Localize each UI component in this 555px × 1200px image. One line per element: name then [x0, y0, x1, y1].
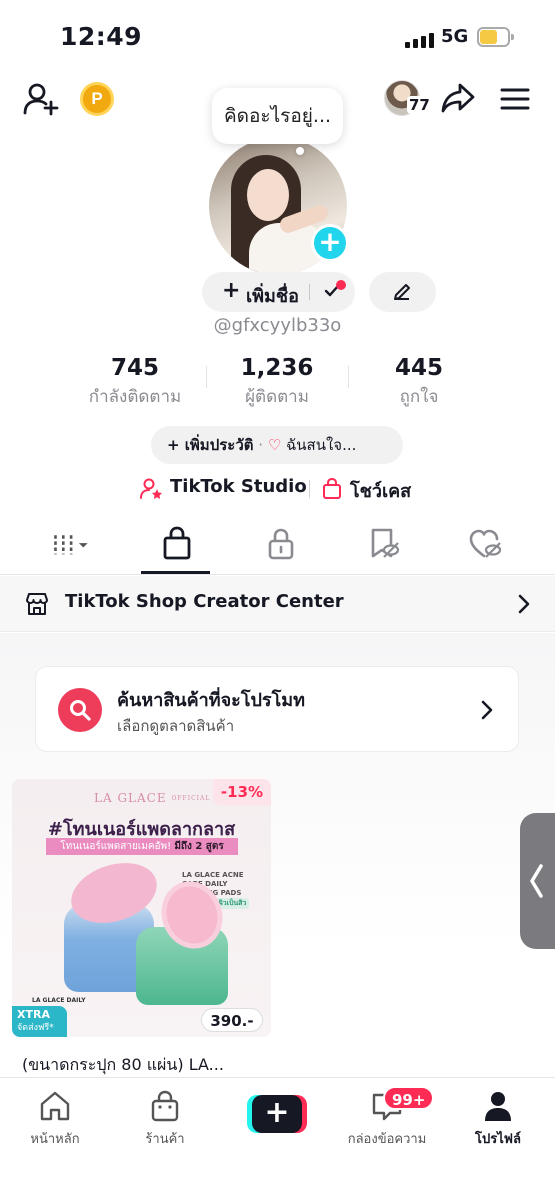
- username: @gfxcyylb33o: [213, 315, 342, 336]
- note-bubble-tail: [296, 147, 304, 155]
- nav-label: หน้าหลัก: [30, 1132, 80, 1147]
- studio-icon: [140, 478, 162, 499]
- status-bar: 12:49 5G: [0, 0, 555, 70]
- studio-label: TikTok Studio: [170, 476, 307, 497]
- tab-shop-bag-icon[interactable]: [158, 526, 198, 562]
- bio-pill[interactable]: + เพิ่มประวัติ · ♡ ฉันสนใจ...: [151, 426, 403, 464]
- chevron-left-icon: [530, 864, 543, 898]
- share-icon[interactable]: [440, 82, 476, 114]
- chevron-right-icon: [481, 700, 493, 720]
- nav-profile[interactable]: โปรไฟล์: [448, 1090, 548, 1149]
- product-title[interactable]: (ขนาดกระปุก 80 แผ่น) LA...: [22, 1053, 224, 1078]
- profile-icon: [485, 1092, 511, 1121]
- add-name-label: เพิ่มชื่อ: [246, 286, 299, 307]
- stat-value: 445: [394, 355, 443, 381]
- shop-creator-center-label: TikTok Shop Creator Center: [65, 591, 344, 612]
- bag-icon: [323, 478, 341, 499]
- product-price: 390.-: [201, 1008, 263, 1032]
- signal-icon: [405, 32, 435, 48]
- product-jar-label: LA GLACE DAILY: [32, 997, 86, 1004]
- chevron-right-icon: [518, 594, 530, 614]
- product-card[interactable]: LA GLACE OFFICIAL STORE -13% #โทนเนอร์แพ…: [12, 779, 271, 1037]
- notification-dot: [336, 280, 346, 290]
- tab-saved-hidden-icon[interactable]: [365, 526, 405, 562]
- stat-label: ผู้ติดตาม: [245, 387, 309, 407]
- stat-value: 745: [110, 355, 159, 381]
- store-icon: [26, 593, 48, 615]
- find-products-title: ค้นหาสินค้าที่จะโปรโมท: [117, 690, 305, 711]
- menu-icon[interactable]: [500, 87, 530, 111]
- add-name-button[interactable]: + เพิ่มชื่อ: [202, 272, 355, 312]
- add-photo-button[interactable]: +: [311, 224, 349, 262]
- product-subline: โทนเนอร์แพดสายเมคอัพ! มีถึง 2 สูตร: [46, 838, 238, 855]
- active-tab-indicator: [141, 571, 210, 574]
- side-panel-handle[interactable]: [520, 813, 555, 949]
- coin-icon[interactable]: P: [80, 82, 114, 116]
- interest-label: ฉันสนใจ...: [286, 436, 357, 454]
- inbox-badge: 99+: [383, 1086, 435, 1110]
- heart-icon: ♡: [267, 436, 282, 454]
- stat-label: ถูกใจ: [399, 387, 439, 407]
- network-type: 5G: [441, 26, 469, 47]
- tab-private-lock-icon[interactable]: [262, 526, 302, 562]
- pencil-icon: [394, 284, 410, 300]
- bio-separator: ·: [258, 436, 264, 454]
- nav-label: โปรไฟล์: [475, 1132, 521, 1147]
- plus-icon: +: [222, 278, 241, 303]
- search-icon: [58, 688, 102, 732]
- bottom-nav: หน้าหลัก ร้านค้า + กล่องข้อความ 99+ โปรไ…: [0, 1077, 555, 1200]
- stat-following[interactable]: 745 กำลังติดตาม: [60, 355, 210, 410]
- stat-label: กำลังติดตาม: [88, 387, 182, 407]
- note-bubble[interactable]: คิดอะไรอยู่...: [212, 88, 343, 144]
- showcase-label: โชว์เคส: [350, 481, 412, 502]
- nav-home[interactable]: หน้าหลัก: [5, 1090, 105, 1149]
- battery-icon: [477, 27, 515, 47]
- nav-label: ร้านค้า: [145, 1132, 185, 1147]
- stat-value: 1,236: [240, 355, 314, 381]
- shop-creator-center-row[interactable]: TikTok Shop Creator Center: [0, 576, 555, 632]
- profile-tabs: [0, 518, 555, 575]
- friends-count: 77: [407, 96, 432, 114]
- find-products-card[interactable]: ค้นหาสินค้าที่จะโปรโมท เลือกดูตลาดสินค้า: [35, 666, 519, 752]
- plus-icon: +: [252, 1095, 302, 1133]
- find-products-subtitle: เลือกดูตลาดสินค้า: [117, 717, 235, 735]
- status-time: 12:49: [60, 22, 143, 51]
- stat-followers[interactable]: 1,236 ผู้ติดตาม: [202, 355, 352, 410]
- discount-badge: -13%: [213, 779, 271, 805]
- add-bio-label: เพิ่มประวัติ: [184, 436, 254, 454]
- edit-profile-button[interactable]: [369, 272, 436, 312]
- shop-icon: [151, 1090, 179, 1122]
- tab-videos-grid-icon[interactable]: [52, 526, 92, 562]
- add-friend-icon[interactable]: [22, 82, 60, 116]
- home-icon: [40, 1091, 70, 1121]
- xtra-badge: XTRA จัดส่งฟรี*: [12, 1006, 67, 1037]
- stat-likes[interactable]: 445 ถูกใจ: [344, 355, 494, 410]
- create-button[interactable]: +: [247, 1095, 307, 1133]
- nav-label: กล่องข้อความ: [347, 1132, 427, 1147]
- tab-liked-hidden-icon[interactable]: [466, 526, 506, 562]
- nav-shop[interactable]: ร้านค้า: [115, 1090, 215, 1149]
